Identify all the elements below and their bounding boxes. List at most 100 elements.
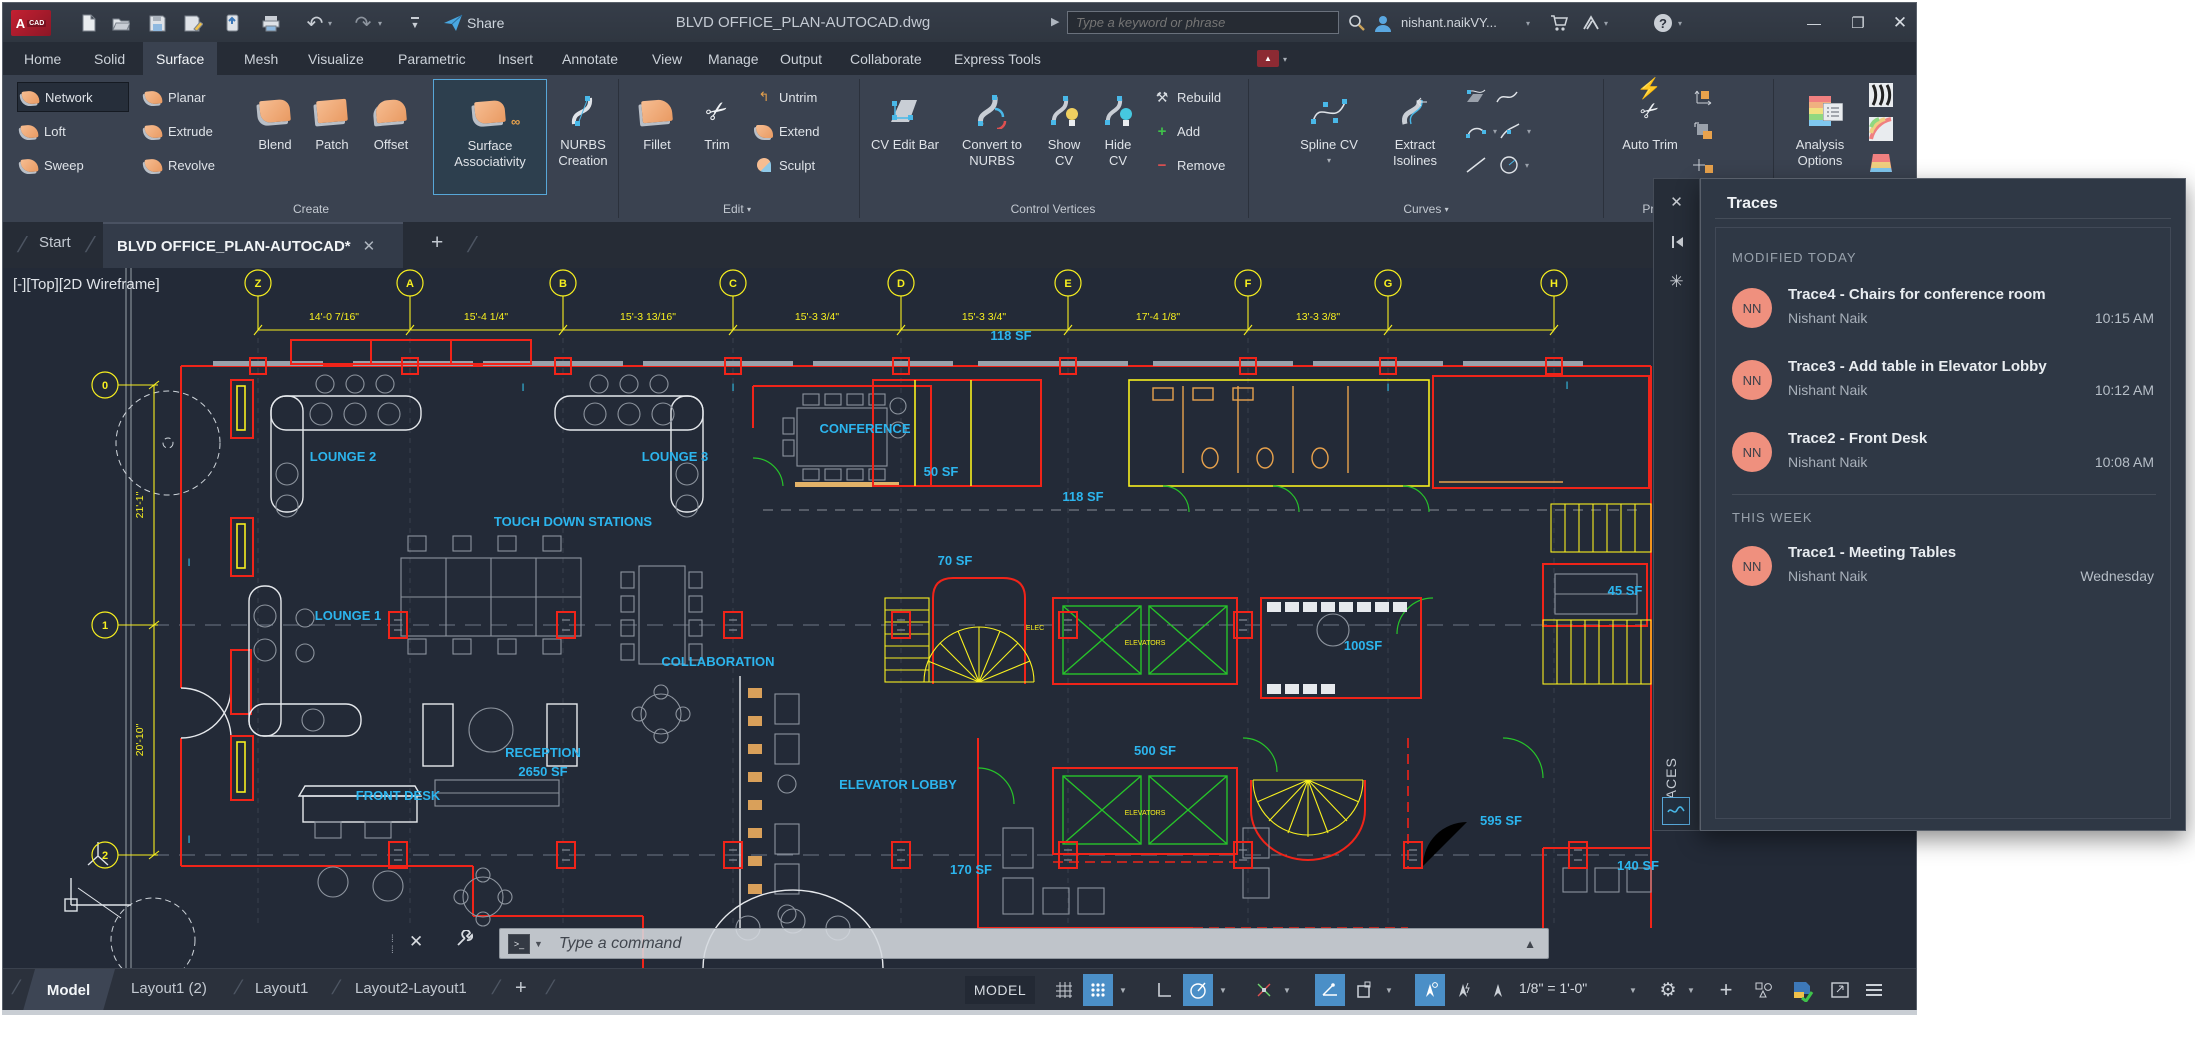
trace-toolbar-button[interactable] [1662, 797, 1690, 825]
ribbon-tab-annotate[interactable]: Annotate [549, 42, 631, 75]
user-dropdown[interactable]: ▾ [1523, 11, 1533, 35]
tracking-dropdown[interactable]: ▼ [1283, 986, 1291, 995]
traces-palette-tab[interactable]: TRACES [1663, 709, 1691, 869]
isodraft-button[interactable] [1315, 974, 1345, 1006]
fullscreen-button[interactable] [1825, 974, 1855, 1006]
new-drawing-tab-button[interactable]: + [431, 231, 443, 255]
planar-button[interactable]: Planar [141, 82, 245, 112]
workspace-switching-button[interactable]: ⚙ [1653, 974, 1683, 1006]
object-snap-tracking-button[interactable] [1249, 974, 1279, 1006]
loft-button[interactable]: Loft [17, 116, 137, 146]
ribbon-tab-mesh[interactable]: Mesh [231, 42, 291, 75]
hide-cv-button[interactable]: Hide CV [1093, 79, 1143, 195]
control-vertices-panel-label[interactable]: Control Vertices [863, 199, 1243, 219]
offset-button[interactable]: Offset [361, 79, 421, 195]
blend-button[interactable]: Blend [247, 79, 303, 195]
circle-dropdown[interactable]: ▾ [1525, 161, 1529, 170]
maximize-button[interactable]: ❐ [1843, 11, 1873, 35]
workspace-dropdown[interactable]: ▼ [1687, 986, 1695, 995]
show-cv-button[interactable]: Show CV [1039, 79, 1089, 195]
command-bar-handle[interactable]: ⁞⁞ [391, 934, 399, 960]
layout2-layout1-tab[interactable]: Layout2-Layout1 [355, 980, 467, 997]
extract-isolines-button[interactable]: Extract Isolines [1379, 79, 1451, 195]
project-to-view-button[interactable] [1689, 116, 1719, 146]
trace-item[interactable]: NN Trace1 - Meeting Tables Nishant Naik … [1732, 542, 2156, 598]
ribbon-tab-collaborate[interactable]: Collaborate [837, 42, 935, 75]
drawing-canvas[interactable]: [-][Top][2D Wireframe] [3, 268, 1916, 968]
trim-button[interactable]: ✂ Trim [691, 79, 743, 195]
convert-to-nurbs-button[interactable]: Convert to NURBS [949, 79, 1035, 195]
new-drawing-button[interactable] [77, 11, 101, 35]
polar-tracking-button[interactable] [1183, 974, 1213, 1006]
command-input[interactable]: Type a command [559, 935, 1524, 953]
trace-item[interactable]: NN Trace4 - Chairs for conference room N… [1732, 284, 2156, 340]
untrim-button[interactable]: ↰Untrim [751, 82, 859, 112]
isolate-objects-button[interactable] [1749, 974, 1779, 1006]
network-button[interactable]: Network [17, 82, 129, 112]
ribbon-tab-express-tools[interactable]: Express Tools [941, 42, 1054, 75]
cv-edit-bar-button[interactable]: CV Edit Bar [867, 79, 943, 195]
polar-dropdown[interactable]: ▼ [1219, 986, 1227, 995]
palette-close-button[interactable]: ✕ [1654, 185, 1699, 219]
share-button[interactable] [441, 11, 465, 35]
active-drawing-tab[interactable]: BLVD OFFICE_PLAN-AUTOCAD* ✕ [103, 222, 403, 268]
fillet-button[interactable]: Fillet [629, 79, 685, 195]
trace-item[interactable]: NN Trace2 - Front Desk Nishant Naik 10:0… [1732, 428, 2156, 484]
rebuild-button[interactable]: ⚒Rebuild [1149, 82, 1253, 112]
spline-cv-button[interactable]: Spline CV ▾ [1295, 79, 1363, 195]
curve-blend-button[interactable]: ▾ [1495, 116, 1535, 146]
extend-button[interactable]: Extend [751, 116, 859, 146]
ribbon-tab-output[interactable]: Output [767, 42, 835, 75]
ribbon-tab-view[interactable]: View [639, 42, 695, 75]
model-tab[interactable]: Model [23, 969, 115, 1011]
command-bar-customize-icon[interactable] [455, 930, 473, 953]
object-snap-button[interactable] [1349, 974, 1379, 1006]
project-to-2-points-button[interactable] [1689, 150, 1719, 180]
line-tool-button[interactable] [1461, 150, 1491, 180]
command-prompt-icon[interactable]: >_ [508, 934, 530, 954]
snap-mode-button[interactable] [1083, 974, 1113, 1006]
extrude-button[interactable]: Extrude [141, 116, 245, 146]
customization-menu-button[interactable] [1859, 974, 1889, 1006]
curve-blend-dropdown[interactable]: ▾ [1527, 127, 1531, 136]
trace-item[interactable]: NN Trace3 - Add table in Elevator Lobby … [1732, 356, 2156, 412]
patch-button[interactable]: Patch [305, 79, 359, 195]
curve-tool-button-2[interactable] [1491, 82, 1523, 112]
ribbon-tab-home[interactable]: Home [11, 42, 74, 75]
recent-commands-dropdown[interactable]: ▼ [534, 939, 543, 949]
palette-properties-button[interactable]: ✳ [1654, 265, 1699, 299]
annotation-scale-value[interactable]: 1/8" = 1'-0" [1519, 980, 1587, 996]
search-button[interactable] [1345, 11, 1369, 35]
close-button[interactable]: ✕ [1885, 11, 1915, 35]
remove-cv-button[interactable]: −Remove [1149, 150, 1253, 180]
search-input[interactable] [1067, 11, 1339, 34]
palette-autohide-button[interactable] [1654, 225, 1699, 259]
help-dropdown[interactable]: ▾ [1675, 11, 1685, 35]
open-from-web-mobile-button[interactable] [221, 11, 245, 35]
autocad-logo-icon[interactable]: ACAD [11, 10, 51, 36]
curves-panel-label[interactable]: Curves ▾ [1253, 199, 1599, 219]
graphics-performance-button[interactable] [1787, 974, 1817, 1006]
undo-button[interactable]: ↶ [303, 11, 327, 35]
snap-dropdown[interactable]: ▼ [1119, 986, 1127, 995]
surface-associativity-button[interactable]: ∞ Surface Associativity [433, 79, 547, 195]
close-tab-icon[interactable]: ✕ [363, 237, 376, 255]
command-bar-close-icon[interactable]: ✕ [409, 932, 423, 952]
circle-tool-button[interactable]: ▾ [1495, 150, 1533, 180]
model-space-button[interactable]: MODEL [965, 976, 1035, 1004]
undo-dropdown[interactable]: ▾ [325, 11, 335, 35]
redo-dropdown[interactable]: ▾ [375, 11, 385, 35]
user-name[interactable]: nishant.naikVY... [1401, 15, 1497, 30]
save-button[interactable] [145, 11, 169, 35]
minimize-button[interactable]: — [1799, 11, 1829, 35]
ribbon-display-toggle[interactable]: ▲ [1257, 50, 1279, 67]
ortho-mode-button[interactable] [1149, 974, 1179, 1006]
redo-button[interactable]: ↷ [351, 11, 375, 35]
annotation-visibility-button[interactable] [1415, 974, 1445, 1006]
add-cv-button[interactable]: +Add [1149, 116, 1253, 146]
plot-button[interactable] [259, 11, 283, 35]
signed-in-user-button[interactable] [1371, 11, 1395, 35]
annotation-autoscale-button[interactable] [1449, 974, 1479, 1006]
scale-dropdown[interactable]: ▼ [1629, 986, 1637, 995]
osnap-dropdown[interactable]: ▼ [1385, 986, 1393, 995]
